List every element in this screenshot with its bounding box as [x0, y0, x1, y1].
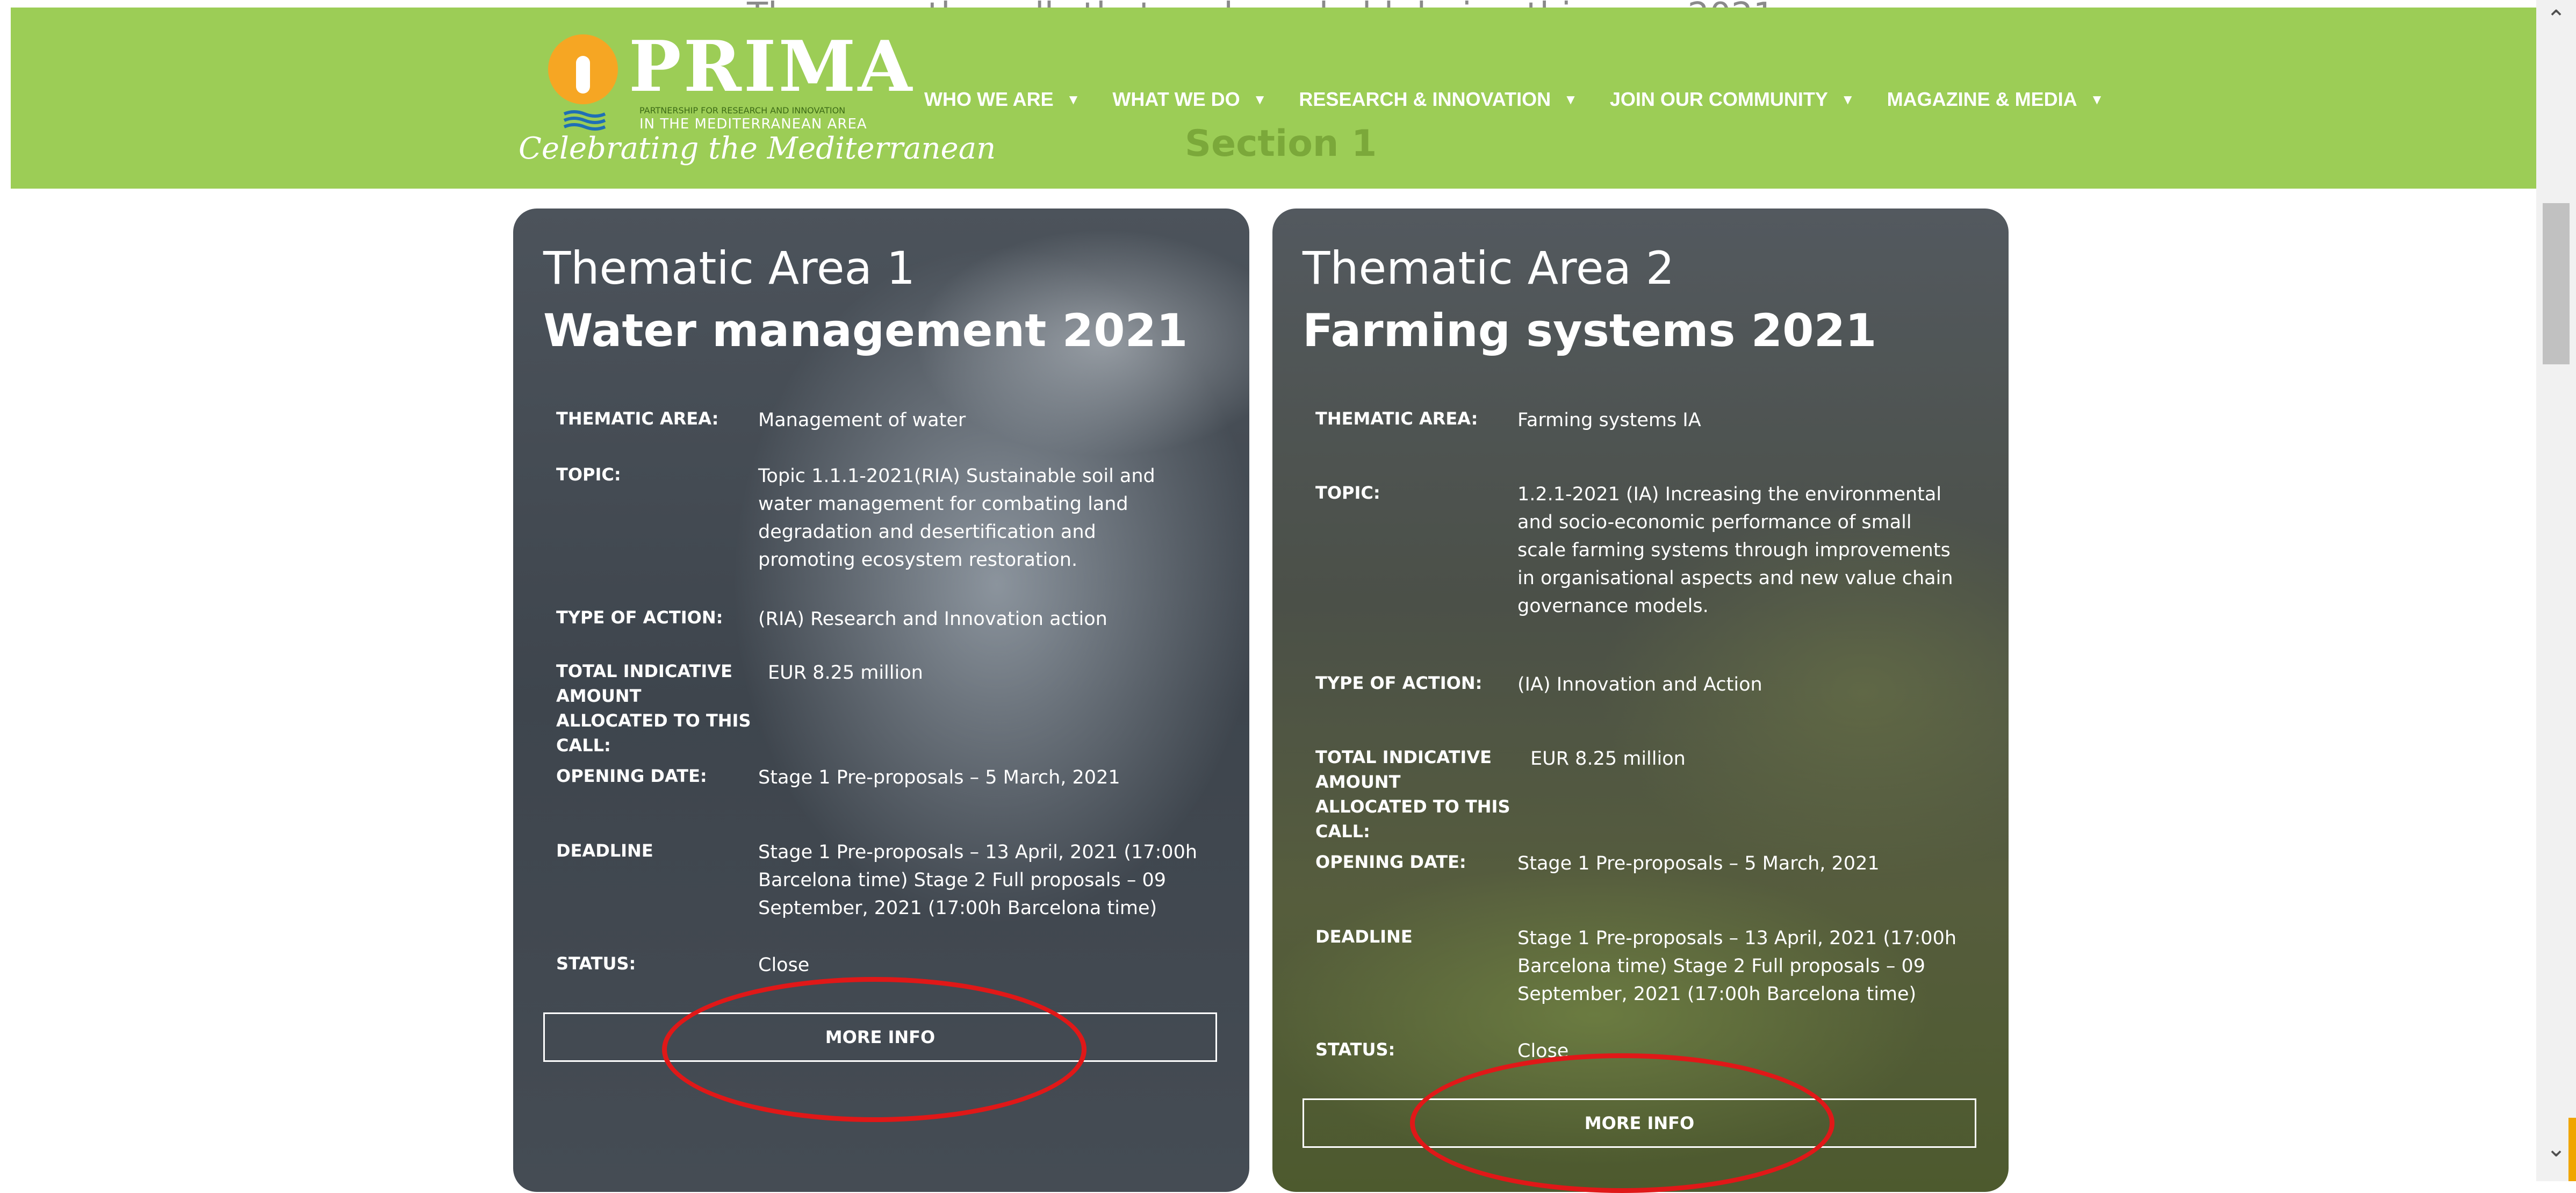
row-label: STATUS: [1315, 1039, 1395, 1060]
call-card-farming-systems: Thematic Area 2 Farming systems 2021 THE… [1272, 209, 2009, 1192]
row-label: TYPE OF ACTION: [1315, 673, 1483, 693]
logo-subtitle-1: PARTNERSHIP FOR RESEARCH AND INNOVATION [639, 105, 846, 116]
tagline: Celebrating the Mediterranean [519, 131, 996, 166]
chevron-down-icon: ▼ [1253, 91, 1267, 107]
row-value: Stage 1 Pre-proposals – 13 April, 2021 (… [758, 842, 1198, 919]
card-title: Farming systems 2021 [1303, 304, 1877, 357]
row-value: Stage 1 Pre-proposals – 13 April, 2021 (… [1517, 928, 1957, 1005]
logo-subtitle-2: IN THE MEDITERRANEAN AREA [639, 116, 867, 132]
scroll-up-icon[interactable]: ⌃ [2536, 5, 2576, 48]
chevron-down-icon: ▼ [1564, 91, 1578, 107]
nav-research-innovation[interactable]: RESEARCH & INNOVATION ▼ [1299, 88, 1577, 111]
nav-magazine-media[interactable]: MAGAZINE & MEDIA ▼ [1887, 88, 2104, 111]
card-pretitle: Thematic Area 1 [543, 242, 916, 294]
nav-label: RESEARCH & INNOVATION [1299, 88, 1551, 110]
call-card-water-management: Thematic Area 1 Water management 2021 TH… [513, 209, 1249, 1192]
row-label: OPENING DATE: [556, 766, 707, 786]
row-value: Stage 1 Pre-proposals – 5 March, 2021 [758, 767, 1120, 788]
row-label: OPENING DATE: [1315, 852, 1466, 872]
chevron-down-icon: ▼ [1066, 91, 1081, 107]
row-value: Management of water [758, 409, 966, 431]
chevron-down-icon: ▼ [2090, 91, 2104, 107]
page: These are the calls that we have held du… [0, 0, 2576, 1193]
row-label: TOPIC: [1315, 483, 1380, 503]
prima-logo[interactable]: PRIMA PARTNERSHIP FOR RESEARCH AND INNOV… [548, 29, 912, 136]
more-info-button[interactable]: MORE INFO [543, 1012, 1217, 1062]
row-label: THEMATIC AREA: [556, 408, 719, 429]
card-pretitle: Thematic Area 2 [1303, 242, 1675, 294]
waves-icon [563, 110, 606, 131]
chevron-down-icon: ▼ [1840, 91, 1855, 107]
row-label: STATUS: [556, 953, 636, 974]
row-label: DEADLINE [556, 840, 653, 861]
logo-title: PRIMA [629, 25, 915, 107]
nav-who-we-are[interactable]: WHO WE ARE ▼ [924, 88, 1080, 111]
more-info-button[interactable]: MORE INFO [1303, 1098, 1976, 1148]
nav-label: WHAT WE DO [1112, 88, 1240, 110]
scroll-thumb[interactable] [2543, 203, 2570, 364]
row-label: TOPIC: [556, 464, 621, 485]
wheat-icon [576, 56, 590, 94]
section-title: Section 1 [1185, 123, 1377, 165]
row-label: TOTAL INDICATIVE AMOUNT ALLOCATED TO THI… [1315, 747, 1510, 842]
row-value: Farming systems IA [1517, 409, 1701, 431]
nav-label: JOIN OUR COMMUNITY [1609, 88, 1828, 110]
vertical-scrollbar[interactable]: ⌃ ⌄ [2536, 0, 2576, 1181]
row-label: DEADLINE [1315, 926, 1413, 947]
orange-indicator [2568, 1118, 2576, 1181]
row-value: Topic 1.1.1-2021(RIA) Sustainable soil a… [758, 465, 1155, 571]
row-value: (RIA) Research and Innovation action [758, 608, 1107, 630]
row-value: Close [1517, 1040, 1569, 1062]
row-value: Stage 1 Pre-proposals – 5 March, 2021 [1517, 853, 1880, 874]
row-label: TOTAL INDICATIVE AMOUNT ALLOCATED TO THI… [556, 661, 751, 756]
row-label: THEMATIC AREA: [1315, 408, 1478, 429]
nav-label: MAGAZINE & MEDIA [1887, 88, 2077, 110]
row-value: EUR 8.25 million [768, 662, 923, 684]
nav-label: WHO WE ARE [924, 88, 1054, 110]
row-label: TYPE OF ACTION: [556, 607, 723, 628]
row-value: Close [758, 954, 810, 976]
main-nav: WHO WE ARE ▼ WHAT WE DO ▼ RESEARCH & INN… [924, 88, 2136, 111]
card-title: Water management 2021 [543, 304, 1188, 357]
row-value: (IA) Innovation and Action [1517, 674, 1762, 695]
row-value: 1.2.1-2021 (IA) Increasing the environme… [1517, 484, 1953, 617]
nav-join-our-community[interactable]: JOIN OUR COMMUNITY ▼ [1610, 88, 1855, 111]
nav-what-we-do[interactable]: WHAT WE DO ▼ [1112, 88, 1267, 111]
row-value: EUR 8.25 million [1530, 748, 1686, 770]
